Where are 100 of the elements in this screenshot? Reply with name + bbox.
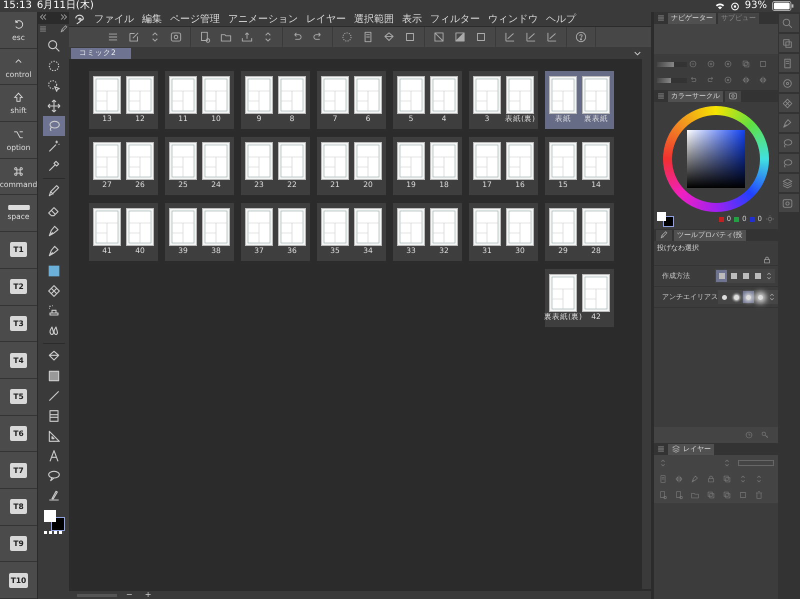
lattice-icon <box>781 96 794 110</box>
menu-item[interactable]: フィルター <box>426 12 484 26</box>
page-thumbnail <box>549 142 577 180</box>
panel-toggle-button[interactable] <box>779 74 799 92</box>
menu-item[interactable]: レイヤー <box>302 12 350 26</box>
menu-item[interactable]: ヘルプ <box>542 12 580 26</box>
nib-icon <box>690 474 700 484</box>
page-thumbnail <box>93 76 121 114</box>
gallery-icon <box>728 91 738 101</box>
clock-icon <box>744 430 754 440</box>
rotate-slider[interactable] <box>657 78 670 82</box>
panel-toggle-button[interactable] <box>779 54 799 72</box>
page-thumbnail <box>582 76 610 114</box>
menu-item[interactable]: ページ管理 <box>166 12 224 26</box>
tray-icon <box>240 30 254 44</box>
page-thumbnail <box>245 208 273 246</box>
page-thumbnail <box>126 76 154 114</box>
double-chevron-icon[interactable] <box>38 12 48 22</box>
lattice-icon <box>46 283 62 299</box>
page-thumbnail <box>549 76 577 114</box>
flip-icon <box>740 75 751 85</box>
page-thumbnail <box>473 208 501 246</box>
opacity-field[interactable] <box>738 460 774 466</box>
page-thumbnail <box>126 208 154 246</box>
copy-icon <box>740 59 751 69</box>
page-thumbnail <box>93 142 121 180</box>
page-thumbnail <box>126 142 154 180</box>
target-icon <box>781 76 794 90</box>
target-icon <box>723 59 734 69</box>
page-thumbnail <box>473 142 501 180</box>
color-swatches[interactable] <box>657 212 673 226</box>
menu-item[interactable]: 選択範囲 <box>350 12 398 26</box>
new-page-icon <box>674 490 684 500</box>
page-thumbnail <box>202 76 230 114</box>
panel-toggle-button[interactable] <box>779 194 799 212</box>
panel-toggle-button[interactable] <box>779 154 799 172</box>
page-thumbnail <box>245 76 273 114</box>
panel-toggle-button[interactable] <box>779 174 799 192</box>
dotted-circle-icon <box>340 30 354 44</box>
gallery-icon <box>781 196 794 210</box>
space-bar-icon <box>8 205 30 210</box>
panel-tab[interactable] <box>725 90 741 102</box>
panel-toggle-button[interactable] <box>779 94 799 112</box>
flip-icon <box>674 474 684 484</box>
menu-icon <box>656 91 666 101</box>
menu-item[interactable]: 表示 <box>398 12 426 26</box>
layers-icon <box>671 444 681 454</box>
page-thumbnail <box>397 76 425 114</box>
page-thumbnail <box>169 76 197 114</box>
option-button[interactable] <box>728 270 739 282</box>
page-thumbnail <box>245 142 273 180</box>
folder-icon <box>690 490 700 500</box>
menu-item[interactable]: ウィンドウ <box>484 12 542 26</box>
target-icon <box>723 75 734 85</box>
document-icon <box>658 474 668 484</box>
wifi-icon <box>714 2 725 10</box>
panel-toggle-button[interactable] <box>779 34 799 52</box>
battery-percent: 93% <box>744 0 767 12</box>
page-thumbnail <box>549 274 577 312</box>
color-swatches[interactable] <box>42 510 64 534</box>
nib-icon <box>781 116 794 130</box>
panel-toggle-button[interactable] <box>779 14 799 32</box>
page-thumbnail <box>397 142 425 180</box>
shift-arrow-icon <box>12 91 25 104</box>
zoom-out-button[interactable]: − <box>123 591 136 599</box>
option-button[interactable] <box>752 270 763 282</box>
page-thumbnail <box>582 274 610 312</box>
menu-item[interactable]: アニメーション <box>224 12 302 26</box>
balloon-icon <box>46 468 62 484</box>
double-chevron-icon[interactable] <box>59 12 69 22</box>
panel-tab[interactable] <box>656 230 672 240</box>
page-thumbnail <box>354 76 382 114</box>
page-thumbnail <box>354 208 382 246</box>
tool-button[interactable] <box>42 116 64 136</box>
page-thumbnail <box>93 208 121 246</box>
page-thumbnail <box>321 76 349 114</box>
square-icon <box>738 490 748 500</box>
menu-icon <box>656 13 666 23</box>
page-thumbnail <box>321 208 349 246</box>
zoom-slider[interactable] <box>657 62 674 66</box>
toolbar-button[interactable] <box>573 29 589 45</box>
panel-toggle-button[interactable] <box>779 134 799 152</box>
menu-item[interactable]: 編集 <box>138 12 166 26</box>
pen-icon <box>659 230 669 240</box>
app-logo-icon[interactable] <box>73 12 86 26</box>
option-button[interactable] <box>743 291 754 303</box>
page-thumbnail <box>582 142 610 180</box>
lasso-icon <box>781 136 794 150</box>
page-thumbnail <box>202 208 230 246</box>
saturation-value-square[interactable] <box>687 130 745 188</box>
panel-toggle-button[interactable] <box>779 114 799 132</box>
key-icon <box>760 430 770 440</box>
magnifier-icon <box>781 16 794 30</box>
option-button[interactable] <box>740 270 751 282</box>
page-thumbnail <box>278 208 306 246</box>
page-thumbnail <box>202 142 230 180</box>
menu-item[interactable]: ファイル <box>90 12 138 26</box>
zoom-in-button[interactable]: + <box>142 591 154 599</box>
swatch-icon <box>46 263 62 279</box>
cursor-icon <box>46 78 62 94</box>
